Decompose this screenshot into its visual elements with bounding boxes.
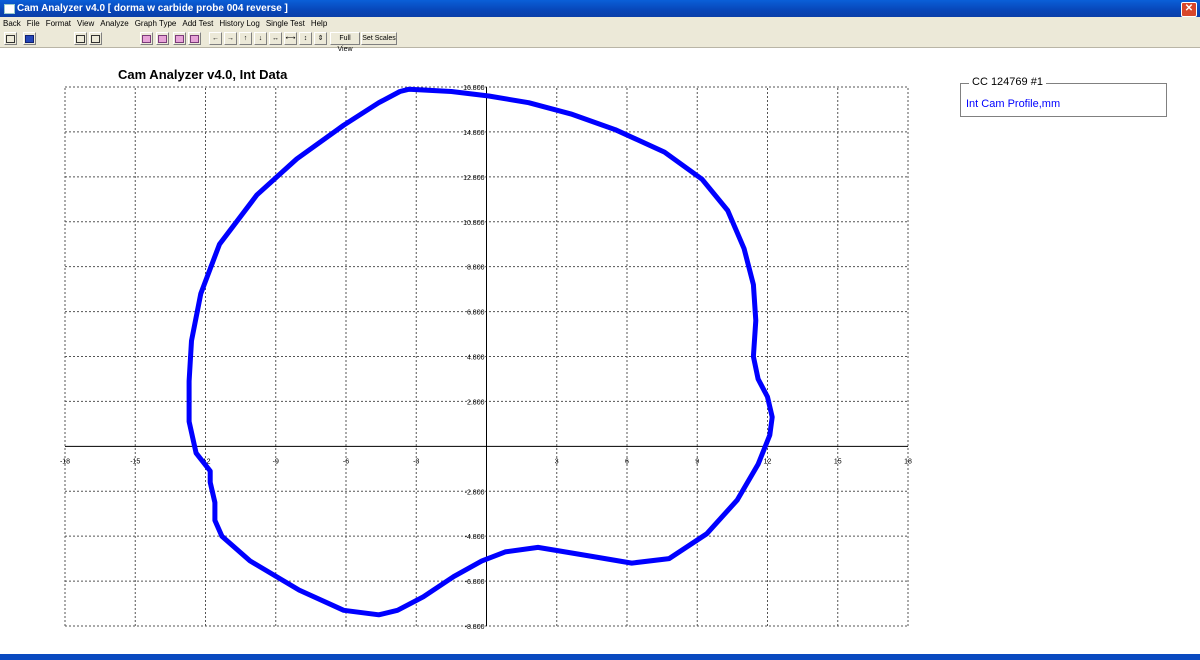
menu-bar: Back File Format View Analyze Graph Type… — [0, 17, 1200, 31]
y-tick-label: 6.800 — [467, 310, 485, 317]
zoom-box-icon — [142, 35, 151, 43]
y-tick-label: 4.800 — [467, 355, 485, 362]
stretch-x-icon: ↔ — [272, 35, 279, 42]
zoom-out-button[interactable] — [156, 32, 169, 45]
chart-title: Cam Analyzer v4.0, Int Data — [118, 67, 288, 82]
pan-up-button[interactable]: ↑ — [239, 32, 252, 45]
menu-format[interactable]: Format — [46, 17, 71, 31]
zoom-box-button[interactable] — [140, 32, 153, 45]
pan-left-button[interactable]: ← — [209, 32, 222, 45]
next-icon — [190, 35, 199, 43]
menu-single-test[interactable]: Single Test — [266, 17, 305, 31]
pan-down-icon: ↓ — [258, 35, 263, 42]
y-tick-label: -2.800 — [465, 489, 485, 496]
x-tick-label: -6 — [343, 458, 349, 465]
x-tick-label: -15 — [130, 458, 140, 465]
y-tick-label: -6.800 — [465, 579, 485, 586]
toolbar: ← → ↑ ↓ ↔ ⟷ ↕ ⇕ Full View Set Scales — [0, 31, 1200, 53]
shrink-y-button[interactable]: ⇕ — [314, 32, 327, 45]
pan-right-icon: → — [227, 35, 234, 42]
graph-b-icon — [91, 35, 100, 43]
pan-left-icon: ← — [212, 35, 219, 42]
pan-up-icon: ↑ — [243, 35, 248, 42]
menu-graph-type[interactable]: Graph Type — [135, 17, 177, 31]
pan-down-button[interactable]: ↓ — [254, 32, 267, 45]
shrink-x-button[interactable]: ⟷ — [284, 32, 297, 45]
x-tick-label: 18 — [904, 458, 912, 465]
window-title: Cam Analyzer v4.0 [ dorma w carbide prob… — [17, 3, 288, 14]
x-tick-label: -18 — [60, 458, 70, 465]
shrink-y-icon: ⇕ — [317, 35, 324, 42]
y-tick-label: 14.800 — [463, 130, 485, 137]
title-bar: Cam Analyzer v4.0 [ dorma w carbide prob… — [0, 0, 1200, 17]
y-tick-label: 8.800 — [467, 265, 485, 272]
x-tick-label: 3 — [555, 458, 559, 465]
x-tick-label: 6 — [625, 458, 629, 465]
prev-icon — [175, 35, 184, 43]
menu-back[interactable]: Back — [3, 17, 21, 31]
y-tick-label: -4.800 — [465, 534, 485, 541]
x-tick-label: 9 — [695, 458, 699, 465]
y-tick-label: 12.800 — [463, 175, 485, 182]
chart-tick-labels: -18 -15 -12 -9 -6 -3 3 6 9 12 15 1816.80014.80012.8… — [60, 85, 912, 631]
stretch-y-button[interactable]: ↕ — [299, 32, 312, 45]
shrink-x-icon: ⟷ — [285, 35, 296, 42]
x-tick-label: -9 — [273, 458, 279, 465]
menu-view[interactable]: View — [77, 17, 94, 31]
graph-b-button[interactable] — [89, 32, 102, 45]
prev-button[interactable] — [173, 32, 186, 45]
y-tick-label: -8.800 — [465, 624, 485, 631]
menu-add-test[interactable]: Add Test — [182, 17, 213, 31]
app-icon — [4, 4, 15, 14]
x-tick-label: -3 — [413, 458, 419, 465]
window-frame-bottom — [0, 654, 1200, 660]
menu-file[interactable]: File — [27, 17, 40, 31]
legend-entry: Int Cam Profile,mm — [966, 98, 1061, 110]
full-view-button[interactable]: Full View — [330, 32, 360, 53]
menu-analyze[interactable]: Analyze — [100, 17, 128, 31]
graph-a-icon — [76, 35, 85, 43]
y-tick-label: 10.800 — [463, 220, 485, 227]
calculator-button[interactable] — [23, 32, 36, 45]
stretch-x-button[interactable]: ↔ — [269, 32, 282, 45]
print-button[interactable] — [4, 32, 17, 45]
close-button[interactable]: ✕ — [1181, 2, 1197, 17]
x-tick-label: 12 — [764, 458, 772, 465]
set-scales-button[interactable]: Set Scales — [361, 32, 397, 45]
pan-right-button[interactable]: → — [224, 32, 237, 45]
legend-title: CC 124769 #1 — [969, 76, 1046, 88]
legend-box: CC 124769 #1 Int Cam Profile,mm — [960, 76, 1167, 117]
zoom-out-icon — [158, 35, 167, 43]
cam-profile-chart[interactable]: -18 -15 -12 -9 -6 -3 3 6 9 12 15 1816.80014.80012.8… — [0, 48, 1200, 654]
menu-help[interactable]: Help — [311, 17, 327, 31]
y-tick-label: 2.800 — [467, 399, 485, 406]
graph-a-button[interactable] — [74, 32, 87, 45]
stretch-y-icon: ↕ — [303, 35, 308, 42]
print-icon — [6, 35, 15, 43]
next-button[interactable] — [188, 32, 201, 45]
x-tick-label: 15 — [834, 458, 842, 465]
calculator-icon — [25, 35, 34, 43]
menu-history-log[interactable]: History Log — [219, 17, 259, 31]
